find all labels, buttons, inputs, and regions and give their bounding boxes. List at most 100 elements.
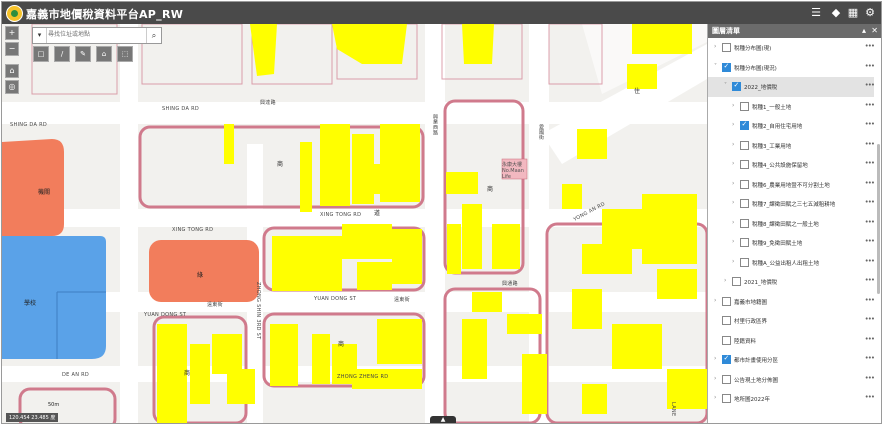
layer-options-icon[interactable]: ••• <box>865 335 875 343</box>
print-icon[interactable]: ⌂ <box>96 46 112 62</box>
layer-item[interactable]: › 稅種7_課徵田賦之三七五減租耕地 ••• <box>708 194 875 214</box>
layer-options-icon[interactable]: ••• <box>865 198 875 206</box>
expand-chevron-icon[interactable]: › <box>714 355 716 362</box>
layer-visibility-checkbox[interactable] <box>732 81 741 91</box>
expand-chevron-icon[interactable]: › <box>732 199 734 206</box>
expand-chevron-icon[interactable]: › <box>714 375 716 382</box>
zoom-out-button[interactable]: − <box>5 42 19 56</box>
layer-item[interactable]: 陸籍資料 ••• <box>708 331 875 351</box>
extent-icon[interactable]: ⬚ <box>117 46 133 62</box>
expand-chevron-icon[interactable]: ˅ <box>714 63 717 70</box>
road-shing-da-cn: 興達路 <box>260 100 276 106</box>
list-view-icon[interactable]: ☰ <box>808 5 824 21</box>
layer-visibility-checkbox[interactable] <box>722 335 731 345</box>
layer-visibility-checkbox[interactable] <box>722 296 731 306</box>
expand-chevron-icon[interactable]: › <box>732 238 734 245</box>
layer-options-icon[interactable]: ••• <box>865 179 875 187</box>
road-shing-da-2: SHING DA RD <box>162 106 200 112</box>
attribute-table-toggle[interactable]: ▲ <box>430 416 456 423</box>
layer-visibility-checkbox[interactable] <box>740 199 749 208</box>
layer-visibility-checkbox[interactable] <box>740 218 749 228</box>
home-button[interactable]: ⌂ <box>5 64 19 78</box>
layer-item[interactable]: › 稅種2_自用住宅用地 ••• <box>708 116 875 136</box>
layer-visibility-checkbox[interactable] <box>722 394 731 403</box>
layer-item[interactable]: › 稅種4_公共設施保留地 ••• <box>708 155 875 175</box>
layer-options-icon[interactable]: ••• <box>865 159 875 167</box>
layer-options-icon[interactable]: ••• <box>865 62 875 70</box>
expand-chevron-icon[interactable]: › <box>732 258 734 265</box>
layer-options-icon[interactable]: ••• <box>865 42 875 50</box>
line-measure-icon[interactable]: / <box>54 46 70 62</box>
expand-chevron-icon[interactable]: › <box>714 394 716 401</box>
layer-options-icon[interactable]: ••• <box>865 276 875 284</box>
expand-chevron-icon[interactable]: ˅ <box>724 82 727 89</box>
layer-options-icon[interactable]: ••• <box>865 81 875 89</box>
layer-item[interactable]: › 都市計畫使用分區 ••• <box>708 350 875 370</box>
layer-options-icon[interactable]: ••• <box>865 354 875 362</box>
layers-icon[interactable]: ◆ <box>828 5 844 21</box>
layer-options-icon[interactable]: ••• <box>865 374 875 382</box>
expand-chevron-icon[interactable]: › <box>714 297 716 304</box>
layer-visibility-checkbox[interactable] <box>722 374 731 384</box>
panel-scrollbar[interactable] <box>877 144 880 294</box>
expand-chevron-icon[interactable]: › <box>732 160 734 167</box>
layer-item[interactable]: › 2021_地價稅 ••• <box>708 272 875 292</box>
search-widget: ▾ ⌕ <box>32 27 162 44</box>
expand-chevron-icon[interactable]: › <box>732 180 734 187</box>
rectangle-select-icon[interactable]: □ <box>33 46 49 62</box>
close-icon[interactable]: ✕ <box>871 24 878 38</box>
layer-item[interactable]: › 稅種分布圖(現) ••• <box>708 38 875 58</box>
layer-options-icon[interactable]: ••• <box>865 218 875 226</box>
layer-label: 稅種8_課徵田賦之一般土地 <box>752 221 819 228</box>
map-view[interactable]: 商 住 商 商 道 機關 學校 綠 商 永康大樓 No.Maan Life SH… <box>2 24 707 423</box>
layer-visibility-checkbox[interactable] <box>722 62 731 72</box>
layer-visibility-checkbox[interactable] <box>740 120 749 130</box>
expand-chevron-icon[interactable]: › <box>732 121 734 128</box>
layer-options-icon[interactable]: ••• <box>865 140 875 148</box>
layer-options-icon[interactable]: ••• <box>865 237 875 245</box>
expand-chevron-icon[interactable]: › <box>714 43 716 50</box>
search-icon[interactable]: ⌕ <box>146 28 161 43</box>
layer-options-icon[interactable]: ••• <box>865 315 875 323</box>
layer-item[interactable]: › 稅種3_工業用地 ••• <box>708 136 875 156</box>
layer-visibility-checkbox[interactable] <box>740 257 749 267</box>
layer-item[interactable]: › 公告現土地分佈圖 ••• <box>708 370 875 390</box>
layer-item[interactable]: › 嘉義市地籍圖 ••• <box>708 292 875 312</box>
layer-visibility-checkbox[interactable] <box>722 43 731 52</box>
layer-visibility-checkbox[interactable] <box>740 140 749 150</box>
expand-chevron-icon[interactable]: › <box>732 141 734 148</box>
layer-label: 2021_地價稅 <box>744 280 778 286</box>
layer-visibility-checkbox[interactable] <box>740 238 749 247</box>
layer-item[interactable]: › 稅種1_一般土地 ••• <box>708 97 875 117</box>
zoom-in-button[interactable]: + <box>5 26 19 40</box>
layer-item[interactable]: › 稅種9_免徵田賦土地 ••• <box>708 233 875 253</box>
layer-options-icon[interactable]: ••• <box>865 296 875 304</box>
layer-item[interactable]: › 地所圖2022年 ••• <box>708 389 875 409</box>
basemap-gallery-icon[interactable]: ▦ <box>845 5 861 21</box>
layer-visibility-checkbox[interactable] <box>722 354 731 364</box>
layer-item[interactable]: 村里行政區界 ••• <box>708 311 875 331</box>
layer-visibility-checkbox[interactable] <box>722 316 731 325</box>
layer-item[interactable]: › 稅種8_課徵田賦之一般土地 ••• <box>708 214 875 234</box>
layer-item[interactable]: › 稅種A_公益出租人出租土地 ••• <box>708 253 875 273</box>
search-input[interactable] <box>48 29 140 40</box>
collapse-icon[interactable]: ▴ <box>862 24 866 38</box>
layer-item[interactable]: › 稅種6_農業用地暨不可分割土地 ••• <box>708 175 875 195</box>
layer-item[interactable]: ˅ 稅種分布圖(現況) ••• <box>708 58 875 78</box>
locate-button[interactable]: ◎ <box>5 80 19 94</box>
layer-options-icon[interactable]: ••• <box>865 393 875 401</box>
layer-options-icon[interactable]: ••• <box>865 257 875 265</box>
expand-chevron-icon[interactable]: › <box>732 219 734 226</box>
layer-options-icon[interactable]: ••• <box>865 120 875 128</box>
layer-visibility-checkbox[interactable] <box>732 277 741 286</box>
layer-visibility-checkbox[interactable] <box>740 160 749 169</box>
expand-chevron-icon[interactable]: › <box>724 277 726 284</box>
layer-item[interactable]: ˅ 2022_地價稅 ••• <box>708 77 875 97</box>
layer-visibility-checkbox[interactable] <box>740 179 749 189</box>
settings-icon[interactable]: ⚙ <box>862 5 878 21</box>
search-source-dropdown[interactable]: ▾ <box>33 28 47 43</box>
draw-icon[interactable]: ✎ <box>75 46 91 62</box>
layer-visibility-checkbox[interactable] <box>740 101 749 111</box>
layer-options-icon[interactable]: ••• <box>865 101 875 109</box>
expand-chevron-icon[interactable]: › <box>732 102 734 109</box>
